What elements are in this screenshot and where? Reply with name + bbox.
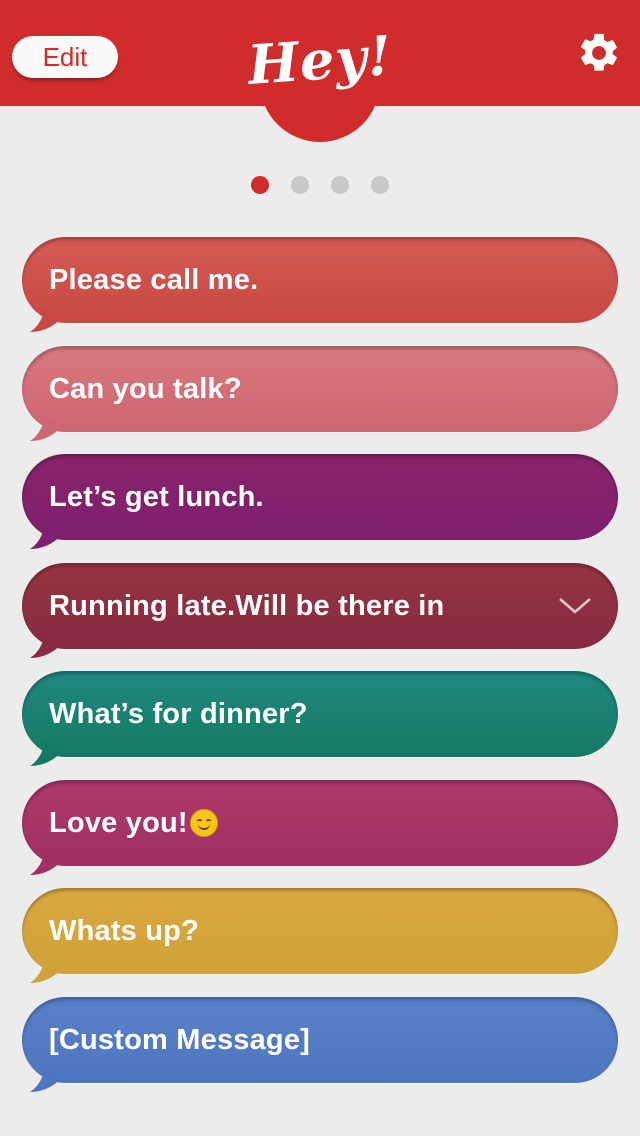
- bubble-tail: [30, 1067, 62, 1093]
- page-dot[interactable]: [291, 176, 309, 194]
- message-bubble[interactable]: Love you!: [22, 780, 618, 875]
- bubble-tail: [30, 958, 62, 984]
- bubble-tail: [30, 741, 62, 767]
- edit-button[interactable]: Edit: [12, 36, 118, 78]
- bubble-tail: [30, 850, 62, 876]
- message-text: [Custom Message]: [49, 1023, 311, 1056]
- message-bubble[interactable]: [Custom Message]: [22, 997, 618, 1092]
- message-text: Running late.Will be there in: [49, 589, 445, 622]
- bubble-tail: [30, 524, 62, 550]
- page-dot[interactable]: [331, 176, 349, 194]
- message-text: Please call me.: [49, 263, 259, 296]
- bubble-tail: [30, 633, 62, 659]
- smiling-face-icon: [189, 809, 218, 837]
- message-text: Whats up?: [49, 914, 200, 947]
- message-text: Can you talk?: [49, 372, 242, 405]
- page-dot[interactable]: [371, 176, 389, 194]
- message-text: Let’s get lunch.: [49, 480, 264, 513]
- message-bubble[interactable]: Can you talk?: [22, 346, 618, 441]
- page-dot[interactable]: [251, 176, 269, 194]
- message-bubble[interactable]: What’s for dinner?: [22, 671, 618, 766]
- message-bubble[interactable]: Whats up?: [22, 888, 618, 983]
- message-bubble[interactable]: Running late.Will be there in: [22, 563, 618, 658]
- message-text: Love you!: [49, 806, 188, 839]
- gear-icon[interactable]: [576, 30, 622, 76]
- page-indicator[interactable]: [0, 176, 640, 196]
- message-bubble[interactable]: Please call me.: [22, 237, 618, 332]
- message-text: What’s for dinner?: [49, 697, 308, 730]
- bubble-tail: [30, 307, 62, 333]
- message-bubble[interactable]: Let’s get lunch.: [22, 454, 618, 549]
- bubble-tail: [30, 416, 62, 442]
- chevron-down-icon[interactable]: [558, 593, 592, 617]
